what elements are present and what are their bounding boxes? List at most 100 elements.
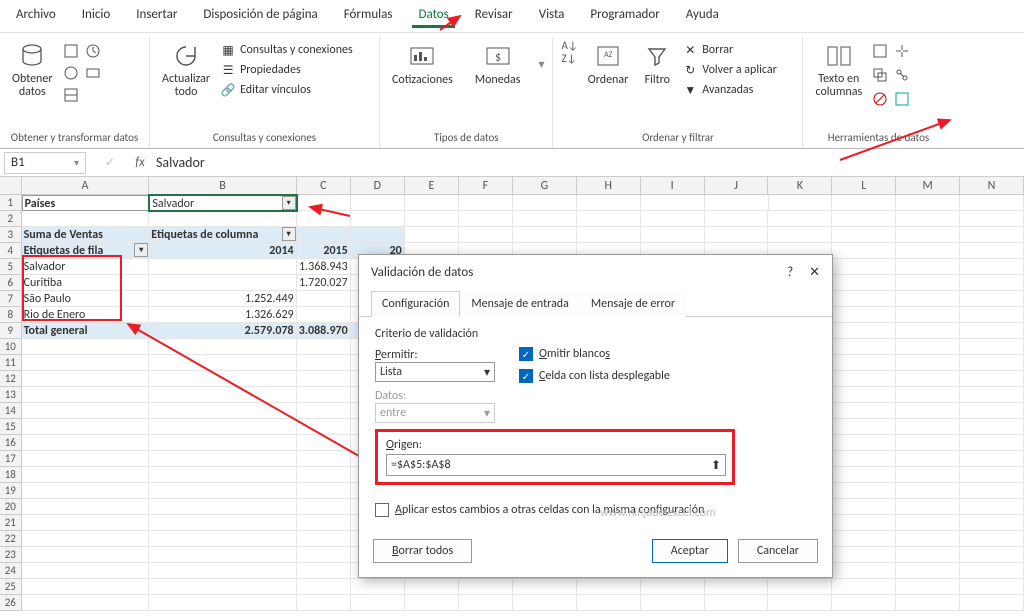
menu-datos[interactable]: Datos	[412, 4, 454, 28]
help-icon[interactable]: ?	[787, 265, 793, 280]
col-D[interactable]: D	[351, 177, 405, 194]
col-E[interactable]: E	[405, 177, 459, 194]
col-I[interactable]: I	[641, 177, 705, 194]
sort-icon: AZ	[593, 41, 623, 71]
monedas-button[interactable]: $ Monedas	[471, 39, 525, 89]
col-A[interactable]: A	[22, 177, 150, 194]
ribbon-group-obtener-label: Obtener y transformar datos	[8, 129, 141, 148]
cell-C1[interactable]	[297, 195, 351, 211]
menu-programador[interactable]: Programador	[584, 4, 665, 28]
filtro-button[interactable]: Filtro	[638, 39, 676, 89]
sort-za-icon[interactable]: Z↓	[561, 52, 577, 65]
existing-icon[interactable]	[85, 65, 101, 85]
obtener-datos-button[interactable]: Obtener datos	[8, 39, 57, 101]
consultas-conexiones-button[interactable]: ▦Consultas y conexiones	[220, 41, 353, 59]
col-M[interactable]: M	[896, 177, 960, 194]
chevron-down-icon: ▾	[484, 365, 490, 380]
permitir-select[interactable]: Lista▾	[375, 362, 495, 382]
dropdown-arrow-icon[interactable]: ▾	[282, 196, 296, 210]
borrar-filtro-button[interactable]: ✕Borrar	[682, 41, 776, 59]
menu-inicio[interactable]: Inicio	[76, 4, 116, 28]
properties-icon: ☰	[220, 62, 236, 78]
cell-A6[interactable]: Curitiba	[22, 275, 150, 291]
consolidate-icon[interactable]	[894, 43, 910, 63]
cell-B1[interactable]: Salvador▾	[149, 195, 296, 211]
reaplicar-button[interactable]: ↻Volver a aplicar	[682, 61, 776, 79]
tab-mensaje-error[interactable]: Mensaje de error	[580, 291, 686, 317]
ribbon-group-tipos-label: Tipos de datos	[388, 129, 544, 148]
data-model-icon[interactable]	[894, 91, 910, 111]
menu-vista[interactable]: Vista	[533, 4, 571, 28]
col-N[interactable]: N	[960, 177, 1024, 194]
from-text-icon[interactable]	[63, 43, 79, 63]
actualizar-todo-button[interactable]: Actualizar todo	[158, 39, 214, 101]
filter-arrow-icon[interactable]: ▾	[134, 243, 148, 257]
col-K[interactable]: K	[768, 177, 832, 194]
menu-insertar[interactable]: Insertar	[130, 4, 183, 28]
col-B[interactable]: B	[149, 177, 296, 194]
cell-A1[interactable]: Países	[22, 195, 150, 211]
avanzadas-button[interactable]: ▼Avanzadas	[682, 81, 776, 99]
col-F[interactable]: F	[459, 177, 513, 194]
sort-az-icon[interactable]: A↓	[561, 39, 577, 52]
celda-desplegable-checkbox[interactable]: ✓Celda con lista desplegable	[519, 369, 670, 383]
aceptar-button[interactable]: Aceptar	[652, 539, 728, 563]
range-select-icon[interactable]: ⬆	[711, 458, 721, 473]
cell-A7[interactable]: São Paulo	[22, 291, 150, 307]
propiedades-button[interactable]: ☰Propiedades	[220, 61, 353, 79]
col-L[interactable]: L	[832, 177, 896, 194]
ribbon-group-herramientas: Texto en columnas Herramientas de datos	[803, 37, 953, 148]
menu-disposicion[interactable]: Disposición de página	[197, 4, 323, 28]
col-G[interactable]: G	[513, 177, 577, 194]
formula-input[interactable]: Salvador	[150, 154, 1024, 171]
criterio-label: Criterio de validación	[375, 327, 816, 341]
ribbon-group-ordenar: A↓ Z↓ AZ Ordenar Filtro ✕Borrar ↻Volver …	[553, 37, 803, 148]
menu-formulas[interactable]: Fórmulas	[338, 4, 399, 28]
ribbon-group-consultas-label: Consultas y conexiones	[158, 129, 371, 148]
queries-icon: ▦	[220, 42, 236, 58]
from-web-icon[interactable]	[63, 65, 79, 85]
remove-dup-icon[interactable]	[872, 67, 888, 87]
filter-arrow-icon[interactable]: ▾	[282, 227, 296, 241]
name-box[interactable]: B1 ▾	[4, 152, 86, 174]
editar-vinculos-button[interactable]: 🔗Editar vínculos	[220, 81, 353, 99]
flash-fill-icon[interactable]	[872, 43, 888, 63]
reapply-icon: ↻	[682, 62, 698, 78]
cell-A4[interactable]: Etiquetas de fila▾	[22, 243, 150, 259]
col-C[interactable]: C	[297, 177, 351, 194]
from-table-icon[interactable]	[63, 87, 79, 107]
cell-A8[interactable]: Rio de Enero	[22, 307, 150, 323]
menu-bar: Archivo Inicio Insertar Disposición de p…	[0, 0, 1024, 33]
texto-columnas-button[interactable]: Texto en columnas	[811, 39, 866, 101]
tab-configuracion[interactable]: Configuración	[371, 291, 460, 317]
cell-C4[interactable]: 2015	[297, 243, 351, 259]
recent-icon[interactable]	[85, 43, 101, 63]
menu-archivo[interactable]: Archivo	[10, 4, 62, 28]
column-headers: A B C D E F G H I J K L M N	[0, 177, 1024, 195]
ordenar-button[interactable]: AZ Ordenar	[584, 39, 632, 89]
borrar-todos-button[interactable]: Borrar todos	[373, 539, 472, 563]
cell-A5[interactable]: Salvador	[22, 259, 150, 275]
col-J[interactable]: J	[705, 177, 769, 194]
cotizaciones-button[interactable]: Cotizaciones	[388, 39, 457, 89]
cell-B4[interactable]: 2014	[149, 243, 296, 259]
svg-text:AZ: AZ	[604, 50, 613, 60]
data-validation-icon[interactable]	[872, 91, 888, 111]
menu-ayuda[interactable]: Ayuda	[680, 4, 725, 28]
close-icon[interactable]: ✕	[809, 265, 820, 280]
datos-label: Datos:	[375, 389, 495, 403]
relationships-icon[interactable]	[894, 67, 910, 87]
cancelar-button[interactable]: Cancelar	[738, 539, 818, 563]
cell-B3[interactable]: Etiquetas de columna▾	[149, 227, 296, 243]
aplicar-checkbox[interactable]: Aplicar estos cambios a otras celdas con…	[375, 503, 816, 517]
refresh-icon	[171, 41, 201, 71]
tab-mensaje-entrada[interactable]: Mensaje de entrada	[460, 291, 579, 317]
origen-input[interactable]: =$A$5:$A$8 ⬆	[386, 454, 726, 476]
omitir-blancos-checkbox[interactable]: ✓Omitir blancos	[519, 347, 670, 361]
cell-A3[interactable]: Suma de Ventas	[22, 227, 150, 243]
col-H[interactable]: H	[577, 177, 641, 194]
menu-revisar[interactable]: Revisar	[469, 4, 519, 28]
fx-icon[interactable]: fx	[130, 155, 150, 170]
cell-A9[interactable]: Total general	[22, 323, 150, 339]
links-icon: 🔗	[220, 82, 236, 98]
